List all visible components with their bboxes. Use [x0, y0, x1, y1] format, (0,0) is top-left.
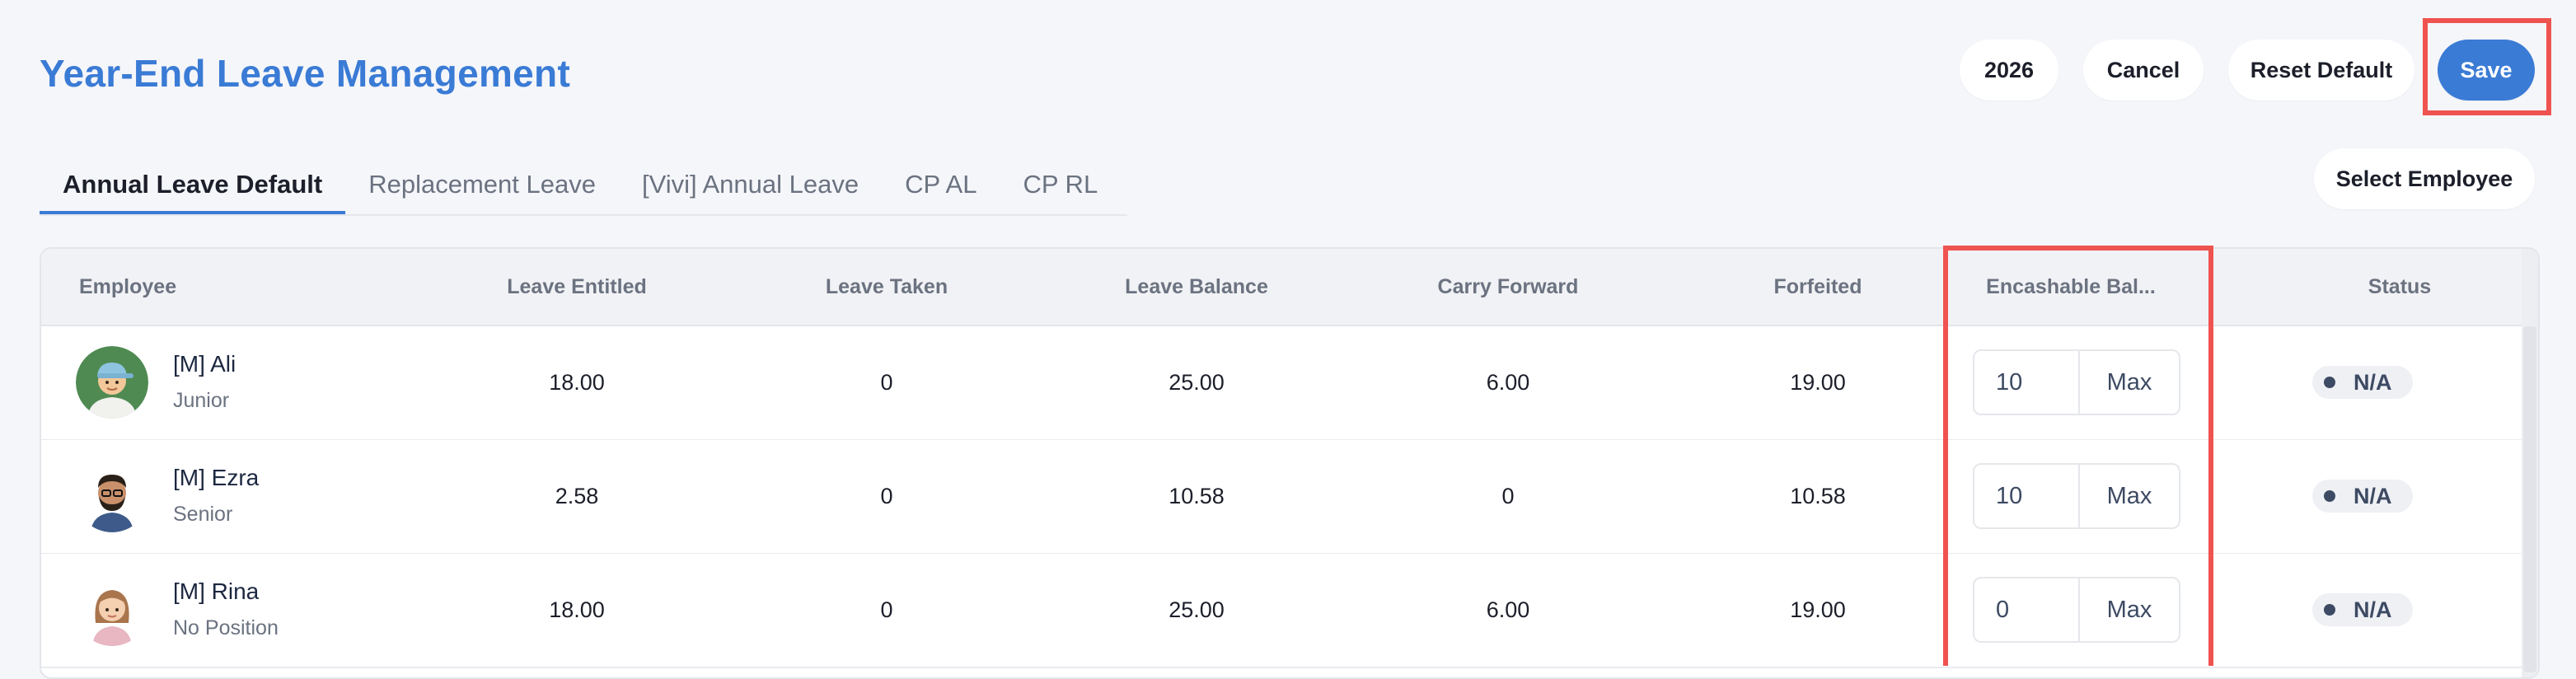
- forfeited-value: 10.58: [1790, 484, 1846, 508]
- forfeited-value: 19.00: [1790, 597, 1846, 622]
- employee-position: Junior: [173, 389, 230, 412]
- employee-name: [M] Ezra: [173, 465, 260, 490]
- year-selector-button[interactable]: 2026: [1960, 40, 2058, 101]
- status-dot-icon: [2324, 604, 2335, 616]
- leave-entitled-value: 18.00: [549, 370, 605, 395]
- tabs-divider: [40, 214, 1127, 216]
- carry-forward-value: 0: [1501, 484, 1515, 508]
- status-text: N/A: [2354, 483, 2392, 508]
- leave-type-tabs: Annual Leave Default Replacement Leave […: [40, 153, 1121, 216]
- tab-annual-leave-default[interactable]: Annual Leave Default: [40, 153, 346, 216]
- employee-position: Senior: [173, 503, 233, 526]
- leave-taken-value: 0: [880, 597, 893, 622]
- status-badge: N/A: [2312, 366, 2413, 399]
- forfeited-value: 19.00: [1790, 370, 1846, 395]
- column-header-leave-balance: Leave Balance: [1125, 274, 1268, 298]
- status-badge: N/A: [2312, 593, 2413, 626]
- tab-replacement-leave[interactable]: Replacement Leave: [345, 153, 619, 216]
- table-scrollbar-thumb[interactable]: [2523, 326, 2536, 672]
- leave-entitled-value: 2.58: [555, 484, 599, 508]
- leave-balance-value: 25.00: [1169, 370, 1225, 395]
- leave-balance-value: 10.58: [1169, 484, 1225, 508]
- column-header-forfeited: Forfeited: [1773, 274, 1862, 298]
- tab-cp-rl[interactable]: CP RL: [1000, 153, 1121, 216]
- column-header-employee: Employee: [79, 274, 177, 298]
- avatar-boy-cap: [76, 346, 148, 419]
- employee-position: No Position: [173, 616, 279, 639]
- tab-cp-al[interactable]: CP AL: [882, 153, 1000, 216]
- avatar-woman: [76, 574, 148, 646]
- column-header-carry-forward: Carry Forward: [1437, 274, 1579, 298]
- leave-taken-value: 0: [880, 370, 893, 395]
- status-badge: N/A: [2312, 480, 2413, 513]
- status-dot-icon: [2324, 490, 2335, 502]
- employee-name: [M] Ali: [173, 351, 237, 377]
- page-title: Year-End Leave Management: [40, 52, 571, 95]
- carry-forward-value: 6.00: [1486, 597, 1530, 622]
- column-header-status: Status: [2368, 274, 2432, 298]
- status-text: N/A: [2354, 597, 2392, 622]
- cancel-button[interactable]: Cancel: [2083, 40, 2204, 101]
- avatar-man-beard: [76, 460, 148, 532]
- leave-entitled-value: 18.00: [549, 597, 605, 622]
- select-employee-button[interactable]: Select Employee: [2314, 148, 2535, 209]
- column-header-leave-entitled: Leave Entitled: [507, 274, 647, 298]
- status-text: N/A: [2354, 369, 2392, 395]
- save-highlight-box: [2423, 18, 2551, 115]
- reset-default-button[interactable]: Reset Default: [2228, 40, 2414, 101]
- tab-vivi-annual-leave[interactable]: [Vivi] Annual Leave: [619, 153, 882, 216]
- encashable-column-highlight-box: [1943, 246, 2213, 666]
- column-header-leave-taken: Leave Taken: [825, 274, 948, 298]
- status-dot-icon: [2324, 377, 2335, 388]
- leave-balance-value: 25.00: [1169, 597, 1225, 622]
- leave-taken-value: 0: [880, 484, 893, 508]
- carry-forward-value: 6.00: [1486, 370, 1530, 395]
- employee-name: [M] Rina: [173, 578, 260, 604]
